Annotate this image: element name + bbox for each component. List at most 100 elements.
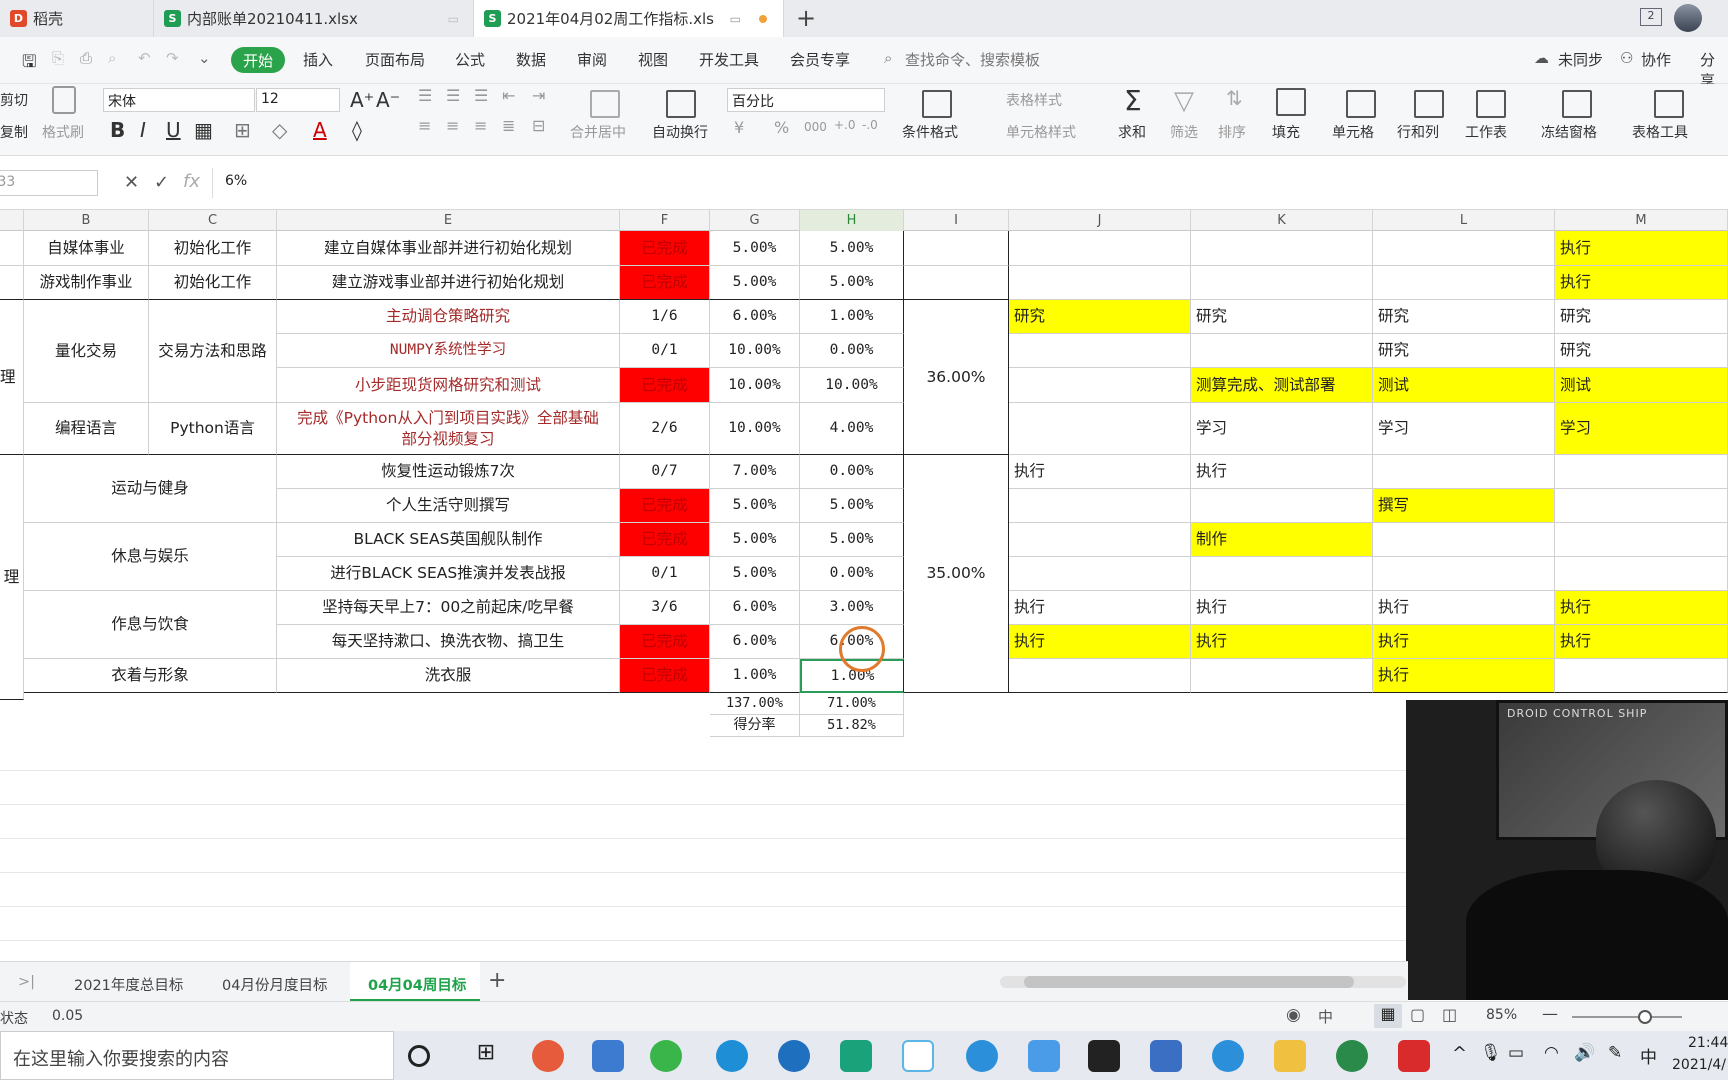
- category-cell[interactable]: 理: [0, 455, 24, 700]
- project-cell[interactable]: 作息与饮食: [24, 591, 277, 659]
- export-icon[interactable]: ⎘: [52, 49, 64, 67]
- file-explorer-icon[interactable]: [1274, 1040, 1306, 1072]
- distribute-icon[interactable]: ⊟: [532, 116, 545, 135]
- column-header-f[interactable]: F: [620, 210, 710, 231]
- decimal-increase-icon[interactable]: +.0: [834, 118, 856, 132]
- formula-input[interactable]: 6%: [212, 168, 1724, 198]
- status-cell[interactable]: 已完成: [620, 659, 710, 693]
- pen-icon[interactable]: ✎: [1608, 1043, 1622, 1063]
- status-cell[interactable]: 已完成: [620, 368, 710, 403]
- status-cell[interactable]: 0/1: [620, 334, 710, 368]
- column-header-i[interactable]: I: [904, 210, 1009, 231]
- cell[interactable]: [1555, 557, 1728, 591]
- input-method-icon[interactable]: 中: [1318, 1006, 1333, 1027]
- cell[interactable]: 0.00%: [800, 334, 904, 368]
- cell[interactable]: [0, 231, 24, 266]
- cell[interactable]: 测算完成、测试部署: [1191, 368, 1373, 403]
- zoom-slider-thumb[interactable]: [1638, 1010, 1652, 1024]
- subproject-cell[interactable]: 交易方法和思路: [149, 300, 277, 403]
- cell[interactable]: 10.00%: [800, 368, 904, 403]
- status-cell[interactable]: 0/1: [620, 557, 710, 591]
- cell[interactable]: 5.00%: [710, 557, 800, 591]
- column-header-g[interactable]: G: [710, 210, 800, 231]
- category-cell[interactable]: 理: [0, 300, 24, 455]
- justify-icon[interactable]: ≣: [502, 116, 515, 135]
- eye-protection-icon[interactable]: ◉: [1286, 1005, 1301, 1025]
- cell[interactable]: [1555, 455, 1728, 489]
- cell[interactable]: 5.00%: [800, 266, 904, 300]
- cortana-icon[interactable]: [408, 1045, 430, 1067]
- clear-format-icon[interactable]: ◊: [352, 118, 362, 142]
- new-tab-plus-icon[interactable]: +: [796, 4, 816, 32]
- cell[interactable]: [1373, 455, 1555, 489]
- cell[interactable]: 自媒体事业: [24, 231, 149, 266]
- cell[interactable]: 研究: [1373, 334, 1555, 368]
- cut-button[interactable]: 剪切: [0, 90, 28, 110]
- category-weight-cell[interactable]: 35.00%: [904, 455, 1009, 693]
- cell[interactable]: 5.00%: [710, 231, 800, 266]
- edge-icon[interactable]: [716, 1040, 748, 1072]
- cell[interactable]: 研究: [1009, 300, 1191, 334]
- score-rate-cell[interactable]: 51.82%: [800, 715, 904, 737]
- column-header-c[interactable]: C: [149, 210, 277, 231]
- status-cell[interactable]: 已完成: [620, 625, 710, 659]
- decimal-decrease-icon[interactable]: -.0: [862, 118, 878, 132]
- sheet-nav-last-icon[interactable]: >|: [18, 974, 35, 990]
- evernote-icon[interactable]: [1336, 1040, 1368, 1072]
- align-bottom-icon[interactable]: ☰: [474, 86, 488, 105]
- column-header-m[interactable]: M: [1555, 210, 1728, 231]
- sheet-tab[interactable]: 04月份月度目标: [222, 974, 327, 995]
- cell[interactable]: [1009, 659, 1191, 693]
- ime-indicator[interactable]: 中: [1640, 1043, 1657, 1068]
- wechat-icon[interactable]: [650, 1040, 682, 1072]
- redo-icon[interactable]: ↷: [166, 49, 179, 67]
- project-cell[interactable]: 运动与健身: [24, 455, 277, 523]
- app-tools-icon[interactable]: [592, 1040, 624, 1072]
- column-header-l[interactable]: L: [1373, 210, 1555, 231]
- cell[interactable]: [1555, 659, 1728, 693]
- thousands-icon[interactable]: 000: [804, 120, 827, 134]
- app-snail-icon[interactable]: [532, 1040, 564, 1072]
- status-cell[interactable]: 已完成: [620, 523, 710, 557]
- page-break-view-icon[interactable]: ◫: [1442, 1005, 1457, 1024]
- font-color-icon[interactable]: A: [313, 118, 327, 142]
- cell[interactable]: 测试: [1373, 368, 1555, 403]
- cell[interactable]: 执行: [1555, 266, 1728, 300]
- cell[interactable]: 执行: [1373, 591, 1555, 625]
- bold-icon[interactable]: B: [110, 118, 125, 142]
- column-header-j[interactable]: J: [1009, 210, 1191, 231]
- cell[interactable]: 4.00%: [800, 403, 904, 455]
- cell[interactable]: 执行: [1555, 231, 1728, 266]
- command-search-input[interactable]: 查找命令、搜索模板: [905, 49, 1040, 70]
- cell[interactable]: 小步距现货网格研究和测试: [277, 368, 620, 403]
- sheet-tab-active[interactable]: 04月04周目标: [350, 962, 480, 1002]
- menu-data[interactable]: 数据: [516, 49, 546, 70]
- zoom-out-icon[interactable]: —: [1542, 1004, 1558, 1023]
- cell[interactable]: [1009, 403, 1191, 455]
- merge-center-button[interactable]: 合并居中: [570, 122, 626, 142]
- cell[interactable]: 主动调仓策略研究: [277, 300, 620, 334]
- cell[interactable]: 6.00%: [710, 300, 800, 334]
- italic-icon[interactable]: I: [140, 118, 146, 142]
- underline-icon[interactable]: U: [166, 118, 181, 142]
- app-m-icon[interactable]: [840, 1040, 872, 1072]
- page-layout-view-icon[interactable]: ▢: [1410, 1005, 1425, 1024]
- cell[interactable]: 执行: [1009, 591, 1191, 625]
- cell[interactable]: 10.00%: [710, 334, 800, 368]
- feishu-icon[interactable]: [966, 1040, 998, 1072]
- cell[interactable]: [1009, 489, 1191, 523]
- status-cell[interactable]: 2/6: [620, 403, 710, 455]
- align-middle-icon[interactable]: ☰: [446, 86, 460, 105]
- print-icon[interactable]: ⎙: [80, 49, 92, 67]
- cell[interactable]: [1191, 231, 1373, 266]
- cell[interactable]: 5.00%: [710, 266, 800, 300]
- cell[interactable]: 进行BLACK SEAS推演并发表战报: [277, 557, 620, 591]
- cell[interactable]: [1009, 334, 1191, 368]
- align-left-icon[interactable]: ≡: [418, 116, 431, 135]
- cell[interactable]: 0.00%: [800, 557, 904, 591]
- status-cell[interactable]: 已完成: [620, 266, 710, 300]
- cell[interactable]: [1373, 557, 1555, 591]
- conditional-format-button[interactable]: 条件格式: [902, 122, 958, 142]
- cell[interactable]: [1191, 334, 1373, 368]
- freeze-panes-button[interactable]: 冻结窗格: [1541, 122, 1597, 142]
